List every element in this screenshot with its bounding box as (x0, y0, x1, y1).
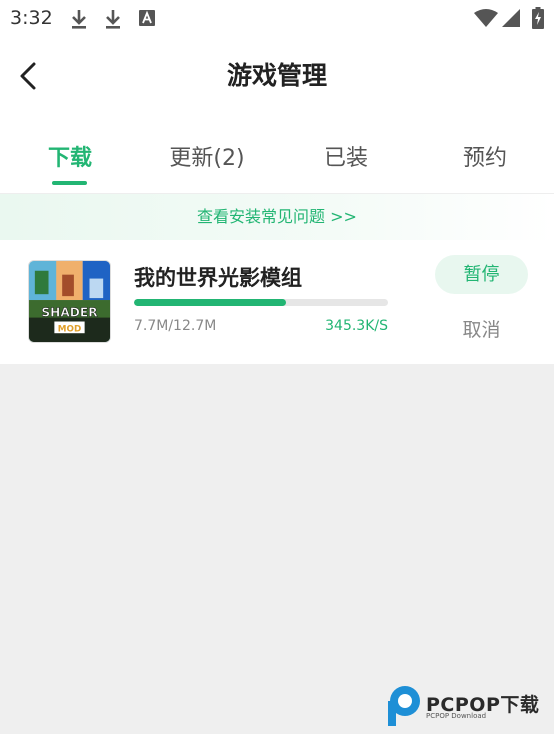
wifi-icon (474, 9, 498, 27)
watermark-subtitle: PCPOP Download (426, 712, 487, 720)
tab-reserved[interactable]: 预约 (430, 140, 540, 172)
font-a-icon (139, 10, 155, 26)
app-icon-title: SHADER (41, 306, 98, 320)
tab-updates[interactable]: 更新(2) (152, 140, 262, 172)
cancel-button[interactable]: 取消 (435, 313, 528, 347)
download-progress-fill (134, 299, 287, 306)
status-bar: 3:32 (0, 0, 554, 38)
download-progress-bar (134, 299, 388, 306)
app-icon-subtitle: MOD (58, 324, 81, 334)
signal-icon (502, 9, 520, 27)
download-size: 7.7M/12.7M (134, 318, 217, 334)
pcpop-logo-icon (388, 686, 420, 726)
download-speed: 345.3K/S (325, 318, 388, 334)
app-icon: SHADER MOD (28, 260, 111, 343)
faq-banner-link[interactable]: 查看安装常见问题 >> (0, 194, 554, 240)
status-time: 3:32 (10, 7, 53, 29)
tab-download[interactable]: 下载 (15, 140, 125, 172)
tab-installed[interactable]: 已装 (291, 140, 401, 172)
page-title: 游戏管理 (226, 61, 327, 90)
active-tab-indicator (52, 181, 87, 185)
app-name: 我的世界光影模组 (134, 266, 302, 290)
download-icon (106, 10, 120, 29)
pause-button[interactable]: 暂停 (435, 255, 528, 294)
download-icon (72, 10, 86, 29)
battery-charging-icon (532, 7, 544, 29)
